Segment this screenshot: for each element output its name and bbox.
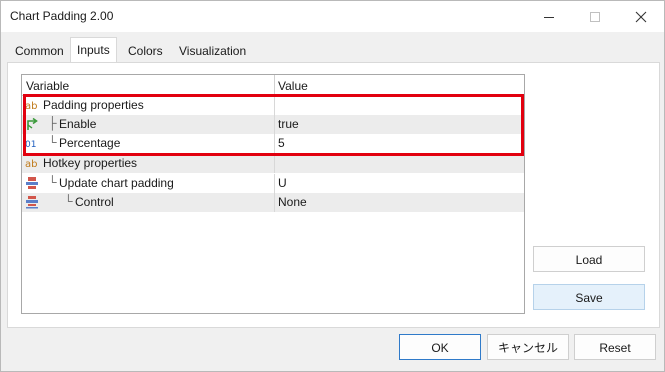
ab-icon: ab — [25, 156, 39, 170]
column-divider — [274, 96, 275, 115]
column-divider — [274, 193, 275, 212]
enum-list-icon — [25, 195, 39, 209]
svg-text:ab: ab — [25, 159, 37, 170]
dialog-window: Chart Padding 2.00 Common Inputs Colors … — [0, 0, 665, 372]
grid-row-padding-properties[interactable]: ab Padding properties — [22, 96, 524, 115]
column-divider — [274, 115, 275, 134]
bool-arrow-icon — [25, 117, 39, 131]
maximize-icon — [590, 11, 600, 22]
cancel-button[interactable]: キャンセル — [487, 334, 569, 360]
inputs-panel: Variable Value ab Padding properties ├ E… — [7, 62, 660, 328]
save-button[interactable]: Save — [533, 284, 645, 310]
value-cell[interactable]: true — [278, 117, 299, 132]
grid-row-update-chart-padding[interactable]: └ Update chart padding U — [22, 174, 524, 193]
close-icon — [635, 11, 647, 22]
ab-icon: ab — [25, 98, 39, 112]
svg-text:ab: ab — [25, 101, 37, 112]
column-divider — [274, 154, 275, 173]
tab-colors[interactable]: Colors — [122, 41, 169, 62]
column-divider[interactable] — [274, 75, 275, 95]
tab-strip: Common Inputs Colors Visualization — [1, 32, 664, 64]
grid-header: Variable Value — [22, 75, 524, 96]
minimize-icon — [544, 16, 554, 18]
tree-branch: ├ — [48, 116, 57, 130]
enum-list-icon — [25, 176, 39, 190]
reset-button[interactable]: Reset — [574, 334, 656, 360]
variable-label: Enable — [59, 117, 97, 131]
variable-label: Control — [75, 195, 114, 209]
ok-button[interactable]: OK — [399, 334, 481, 360]
grid-row-hotkey-properties[interactable]: ab Hotkey properties — [22, 154, 524, 173]
grid-row-enable[interactable]: ├ Enable true — [22, 115, 524, 134]
svg-text:01: 01 — [25, 140, 36, 150]
column-divider — [274, 134, 275, 153]
tab-inputs[interactable]: Inputs — [70, 37, 117, 64]
inputs-grid: Variable Value ab Padding properties ├ E… — [21, 74, 525, 314]
variable-label: Hotkey properties — [43, 156, 138, 170]
tab-common[interactable]: Common — [9, 41, 70, 62]
value-cell[interactable]: U — [278, 176, 287, 191]
variable-label: Update chart padding — [59, 176, 174, 190]
value-cell[interactable]: 5 — [278, 136, 285, 151]
tree-branch: └ — [48, 135, 57, 149]
load-button[interactable]: Load — [533, 246, 645, 272]
column-divider — [274, 174, 275, 193]
column-header-variable[interactable]: Variable — [26, 75, 69, 95]
number-01-icon: 01 — [25, 136, 39, 150]
tab-visualization[interactable]: Visualization — [173, 41, 252, 62]
variable-label: Padding properties — [43, 98, 144, 112]
title-bar: Chart Padding 2.00 — [1, 1, 664, 32]
variable-label: Percentage — [59, 136, 121, 150]
grid-row-control[interactable]: └ Control None — [22, 193, 524, 212]
window-title: Chart Padding 2.00 — [10, 9, 114, 23]
value-cell[interactable]: None — [278, 195, 307, 210]
maximize-button[interactable] — [572, 1, 618, 32]
close-button[interactable] — [618, 1, 664, 32]
grid-row-percentage[interactable]: 01 └ Percentage 5 — [22, 134, 524, 153]
column-header-value[interactable]: Value — [278, 75, 308, 95]
tree-branch: └ — [48, 175, 57, 189]
tree-branch: └ — [64, 194, 73, 208]
minimize-button[interactable] — [526, 1, 572, 32]
